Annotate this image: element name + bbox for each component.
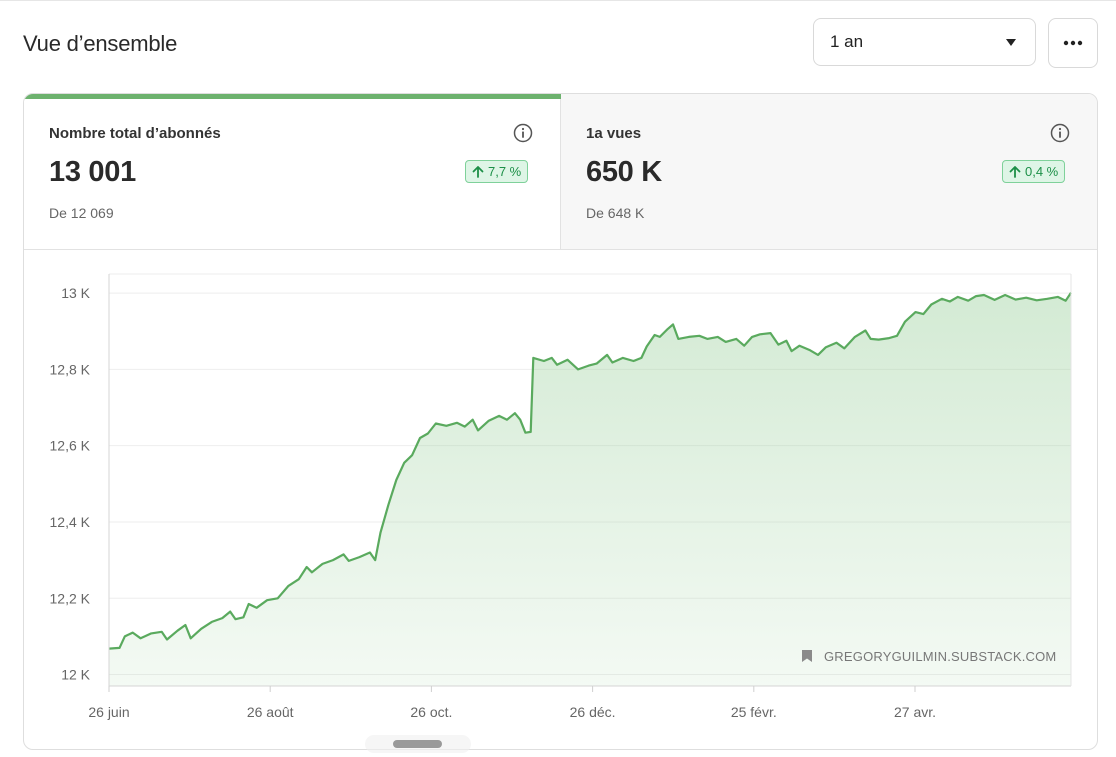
arrow-up-icon: [472, 166, 484, 178]
info-icon[interactable]: [513, 123, 533, 143]
metric-label: Nombre total d’abonnés: [49, 125, 221, 142]
chevron-down-icon: [1006, 39, 1016, 46]
horizontal-scrollbar-thumb[interactable]: [393, 740, 442, 748]
x-tick-label: 27 avr.: [894, 704, 936, 720]
y-tick-label: 13 K: [61, 285, 90, 301]
change-badge: 0,4 %: [1002, 160, 1066, 183]
watermark-text: GREGORYGUILMIN.SUBSTACK.COM: [824, 649, 1056, 664]
y-tick-label: 12,4 K: [50, 514, 91, 530]
top-border: [0, 0, 1116, 1]
range-select[interactable]: 1 an: [813, 18, 1036, 66]
metric-tab-views[interactable]: 1a vues 650 K 0,4 % De 648 K: [561, 94, 1097, 250]
metric-previous: De 12 069: [49, 205, 114, 221]
x-tick-label: 25 févr.: [731, 704, 777, 720]
more-options-button[interactable]: [1048, 18, 1098, 68]
page-title: Vue d’ensemble: [23, 31, 178, 56]
change-value: 0,4 %: [1025, 164, 1059, 179]
y-tick-label: 12,6 K: [50, 438, 91, 454]
arrow-up-icon: [1009, 166, 1021, 178]
y-tick-label: 12,8 K: [50, 361, 91, 377]
range-select-value: 1 an: [830, 32, 864, 51]
change-value: 7,7 %: [488, 164, 522, 179]
selected-tab-indicator: [24, 94, 561, 99]
ellipsis-icon: [1063, 40, 1083, 46]
watermark: GREGORYGUILMIN.SUBSTACK.COM: [802, 649, 1056, 664]
x-tick-label: 26 juin: [88, 704, 129, 720]
y-tick-label: 12 K: [61, 667, 90, 683]
metric-value: 13 001: [49, 156, 136, 188]
change-badge: 7,7 %: [465, 160, 529, 183]
metric-tab-subscribers[interactable]: Nombre total d’abonnés 13 001 7,7 % De 1…: [24, 94, 561, 250]
metric-value: 650 K: [586, 156, 662, 188]
x-tick-label: 26 oct.: [410, 704, 452, 720]
x-tick-label: 26 août: [247, 704, 294, 720]
subscribers-chart: 12 K 12,2 K 12,4 K 12,6 K 12,8 K 13 K 26 juin 2…: [50, 273, 1072, 720]
series-area: [109, 292, 1071, 686]
metric-previous: De 648 K: [586, 205, 645, 221]
stats-card: Nombre total d’abonnés 13 001 7,7 % De 1…: [23, 93, 1098, 750]
metric-label: 1a vues: [586, 125, 642, 142]
info-icon[interactable]: [1050, 123, 1070, 143]
x-tick-label: 26 déc.: [570, 704, 616, 720]
y-tick-label: 12,2 K: [50, 590, 91, 606]
